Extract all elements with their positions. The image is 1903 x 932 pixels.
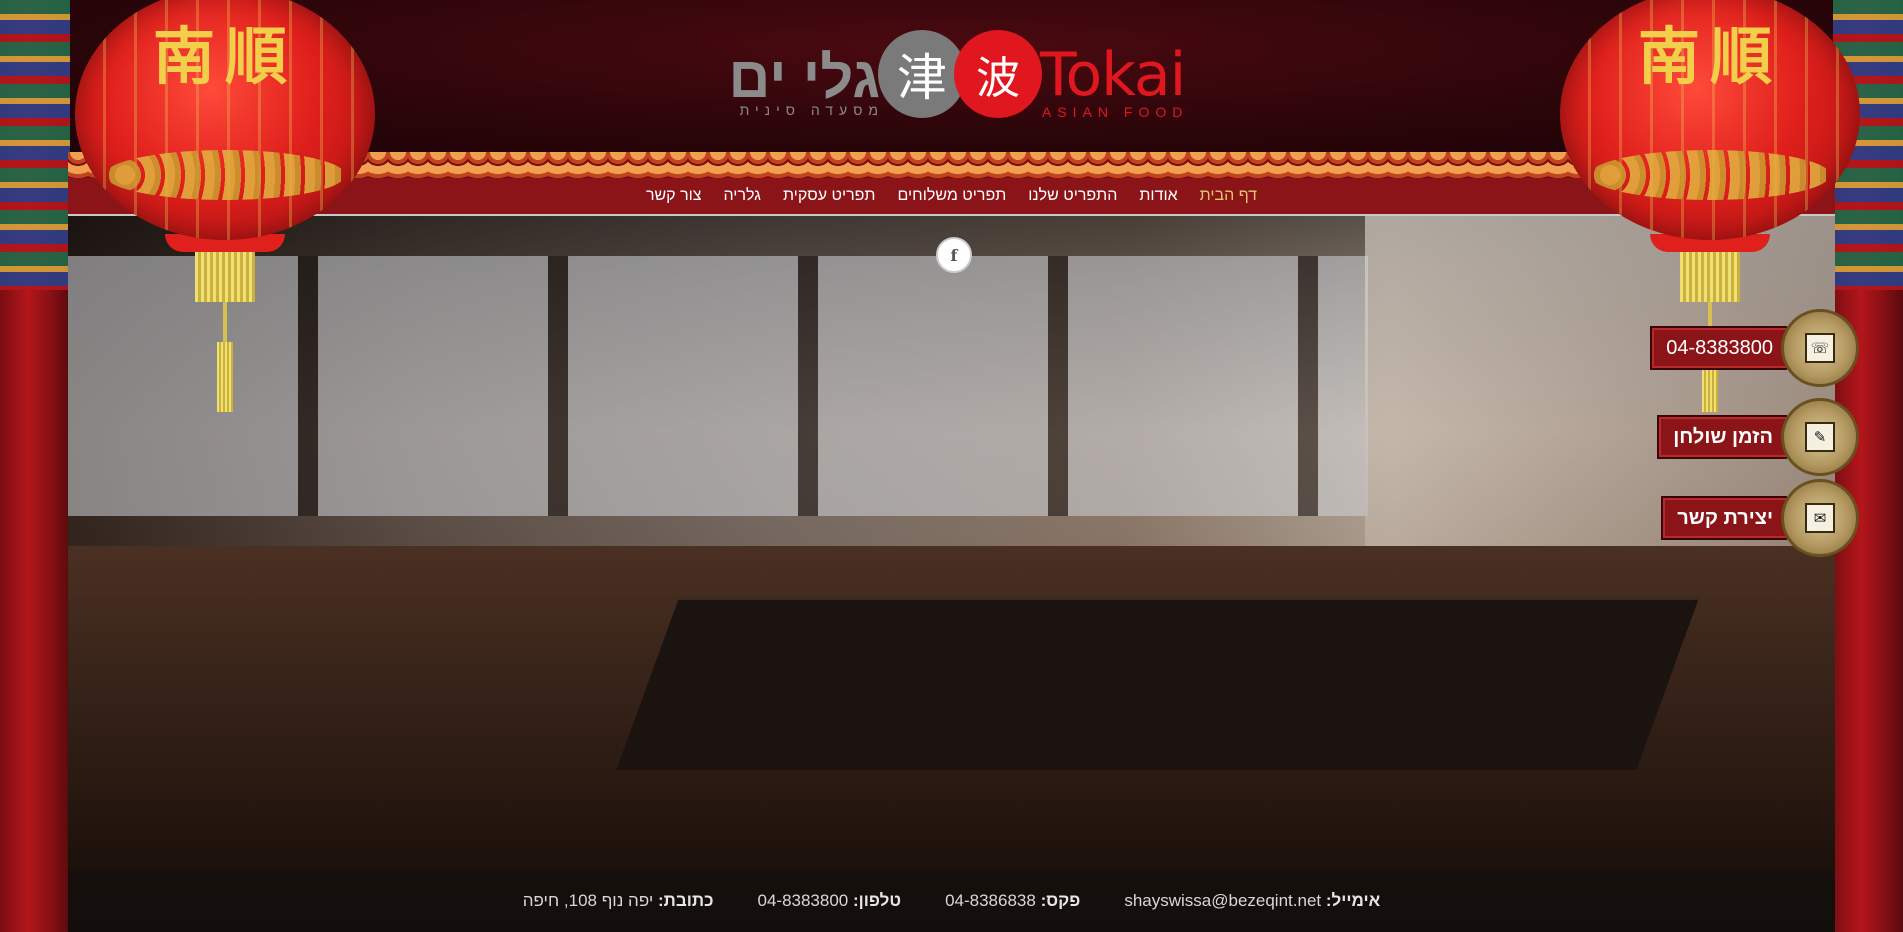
logo-char-circle-gray: 津: [878, 30, 966, 118]
lantern-left-characters: 南順: [152, 20, 297, 93]
footer-contact-bar: כתובת: יפה נוף 108, חיפה טלפון: 04-83838…: [68, 870, 1835, 932]
facebook-icon[interactable]: f: [936, 237, 972, 273]
reserve-table-widget[interactable]: הזמן שולחן ✎: [1657, 398, 1859, 476]
contact-widget[interactable]: יצירת קשר ✉: [1661, 479, 1859, 557]
contact-widget-label[interactable]: יצירת קשר: [1661, 496, 1787, 540]
phone-widget[interactable]: 04-8383800 ☏: [1650, 309, 1859, 387]
logo-english-name: Tokai: [1040, 40, 1186, 110]
footer-address: כתובת: יפה נוף 108, חיפה: [522, 891, 714, 910]
nav-item-home[interactable]: דף הבית: [1200, 187, 1257, 205]
nav-item-about[interactable]: אודות: [1139, 187, 1177, 205]
lantern-left: 南順: [75, 0, 375, 412]
lantern-right-characters: 南順: [1637, 20, 1782, 93]
logo-english-subtitle: ASIAN FOOD: [1042, 104, 1189, 120]
logo-hebrew-name: גלי ים: [728, 45, 880, 110]
nav-item-delivery-menu[interactable]: תפריט משלוחים: [897, 187, 1006, 205]
logo[interactable]: גלי ים מסעדה סינית 津 波 Tokai ASIAN FOOD: [720, 26, 1190, 122]
footer-phone[interactable]: טלפון: 04-8383800: [758, 891, 902, 911]
reservation-icon: ✎: [1805, 422, 1835, 452]
nav-item-contact[interactable]: צור קשר: [646, 187, 702, 205]
phone-coin[interactable]: ☏: [1781, 309, 1859, 387]
contact-coin[interactable]: ✉: [1781, 479, 1859, 557]
nav-item-business-menu[interactable]: תפריט עסקית: [783, 187, 876, 205]
phone-widget-label[interactable]: 04-8383800: [1650, 326, 1787, 370]
logo-char-circle-red: 波: [954, 30, 1042, 118]
footer-fax: פקס: 04-8386838: [945, 891, 1081, 910]
reserve-coin[interactable]: ✎: [1781, 398, 1859, 476]
reserve-table-label[interactable]: הזמן שולחן: [1657, 415, 1787, 459]
left-pillar: [0, 0, 70, 932]
footer-email[interactable]: אימייל: shayswissa@bezeqint.net: [1124, 891, 1380, 911]
nav-item-gallery[interactable]: גלריה: [723, 187, 760, 205]
logo-hebrew-subtitle: מסעדה סינית: [739, 102, 884, 118]
phone-icon: ☏: [1805, 333, 1835, 363]
nav-item-menu[interactable]: התפריט שלנו: [1028, 187, 1117, 205]
mail-icon: ✉: [1805, 503, 1835, 533]
